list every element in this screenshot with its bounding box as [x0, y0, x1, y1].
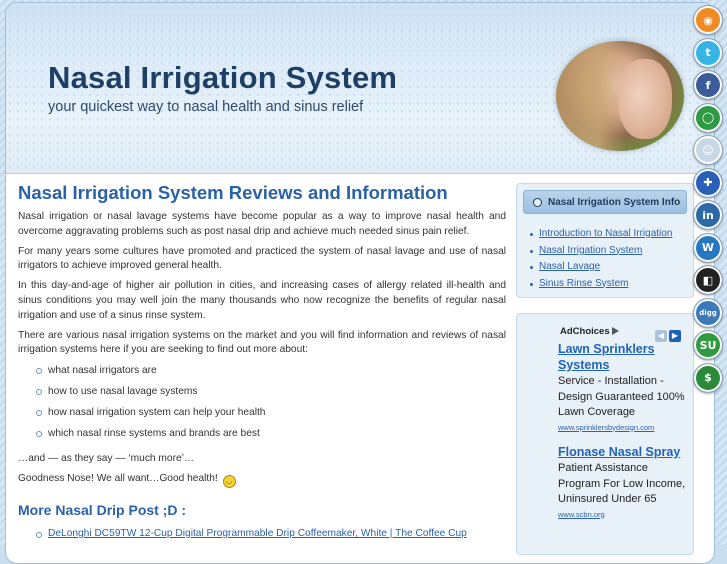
topic-list: what nasal irrigators are how to use nas… [18, 364, 506, 448]
digg-icon[interactable]: digg [693, 297, 723, 328]
more-posts-heading: More Nasal Drip Post ;D : [18, 501, 187, 518]
reddit-icon[interactable]: ☺ [693, 135, 723, 165]
ad-body: Patient Assistance Program For Low Incom… [558, 462, 686, 505]
ad-widget: AdChoices ◀ ▶ Lawn Sprinklers Systems Ser… [516, 313, 694, 555]
more-posts-list: DeLonghi DC59TW 12-Cup Digital Programma… [11, 528, 506, 542]
circle-bullet-icon [533, 197, 542, 207]
ad-title-link[interactable]: Lawn Sprinklers Systems [558, 341, 690, 373]
info-widget: Nasal Irrigation System Info Introductio… [516, 183, 694, 298]
sidebar-link-lavage[interactable]: Nasal Lavage [539, 261, 600, 272]
info-widget-header: Nasal Irrigation System Info [523, 190, 687, 214]
main-content: Nasal Irrigation System Reviews and Info… [11, 178, 506, 542]
money-icon[interactable]: $ [693, 362, 723, 393]
sidebar-item: Sinus Rinse System [530, 278, 672, 295]
bullet-icon [36, 410, 42, 417]
rss-icon[interactable]: ◉ [693, 5, 723, 35]
twitter-icon[interactable]: t [693, 37, 723, 68]
info-links: Introduction to Nasal Irrigation Nasal I… [530, 228, 672, 294]
facebook-icon[interactable]: f [693, 70, 723, 100]
orkut-icon[interactable]: ◯ [693, 102, 723, 133]
sidebar-item: Introduction to Nasal Irrigation [530, 228, 672, 245]
closing-text: Goodness Nose! We all want…Good health! … [18, 472, 506, 488]
sidebar-link-sinus-rinse[interactable]: Sinus Rinse System [539, 278, 628, 289]
delicious-icon[interactable]: ◧ [693, 265, 723, 295]
bullet-icon [36, 368, 42, 375]
smiley-icon: ◡ [222, 474, 236, 488]
ad-item: Flonase Nasal Spray Patient Assistance P… [558, 444, 690, 519]
list-item: what nasal irrigators are [36, 364, 506, 385]
post-title[interactable]: Nasal Irrigation System Reviews and Info… [18, 182, 506, 204]
info-widget-title: Nasal Irrigation System Info [548, 196, 681, 208]
site-tagline: your quickest way to nasal health and si… [48, 99, 364, 115]
ad-body: Service - Installation - Design Guarante… [558, 375, 685, 418]
sidebar-link-introduction[interactable]: Introduction to Nasal Irrigation [539, 228, 672, 239]
ad-title-link[interactable]: Flonase Nasal Spray [558, 444, 690, 460]
list-item: DeLonghi DC59TW 12-Cup Digital Programma… [36, 528, 506, 542]
sidebar-link-system[interactable]: Nasal Irrigation System [539, 245, 642, 256]
list-item: how to use nasal lavage systems [36, 385, 506, 406]
header-portrait-image [556, 41, 684, 151]
myspace-icon[interactable]: ✚ [693, 167, 723, 198]
paragraph: Nasal irrigation or nasal lavage systems… [18, 211, 506, 237]
adchoices-link[interactable]: AdChoices [560, 326, 619, 337]
sidebar-item: Nasal Irrigation System [530, 245, 672, 262]
paragraph: There are various nasal irrigation syste… [18, 329, 506, 356]
ad-item: Lawn Sprinklers Systems Service - Instal… [558, 341, 690, 432]
post-body: Nasal irrigation or nasal lavage systems… [11, 210, 506, 488]
ad-url-link[interactable]: www.sprinklersbydesign.com [558, 423, 690, 432]
sidebar-item: Nasal Lavage [530, 261, 672, 278]
bullet-icon [36, 431, 42, 438]
adchoices-icon [611, 327, 619, 335]
page-container: Nasal Irrigation System your quickest wa… [5, 2, 715, 564]
list-item: how nasal irrigation system can help you… [36, 406, 506, 427]
bullet-icon [36, 389, 42, 396]
paragraph: In this day-and-age of higher air pollut… [18, 280, 506, 321]
linkedin-icon[interactable]: in [693, 200, 723, 230]
ad-url-link[interactable]: www.scbn.org [558, 510, 690, 519]
site-header: Nasal Irrigation System your quickest wa… [6, 3, 714, 174]
bullet-icon [36, 531, 42, 538]
site-title[interactable]: Nasal Irrigation System [48, 60, 397, 96]
wordpress-icon[interactable]: W [693, 232, 723, 263]
more-post-link[interactable]: DeLonghi DC59TW 12-Cup Digital Programma… [48, 528, 467, 539]
paragraph: For many years some cultures have promot… [18, 245, 506, 272]
after-list-text: …and — as they say — ‘much more’… [18, 453, 195, 465]
stumbleupon-icon[interactable]: SU [693, 330, 723, 360]
list-item: which nasal rinse systems and brands are… [36, 427, 506, 448]
